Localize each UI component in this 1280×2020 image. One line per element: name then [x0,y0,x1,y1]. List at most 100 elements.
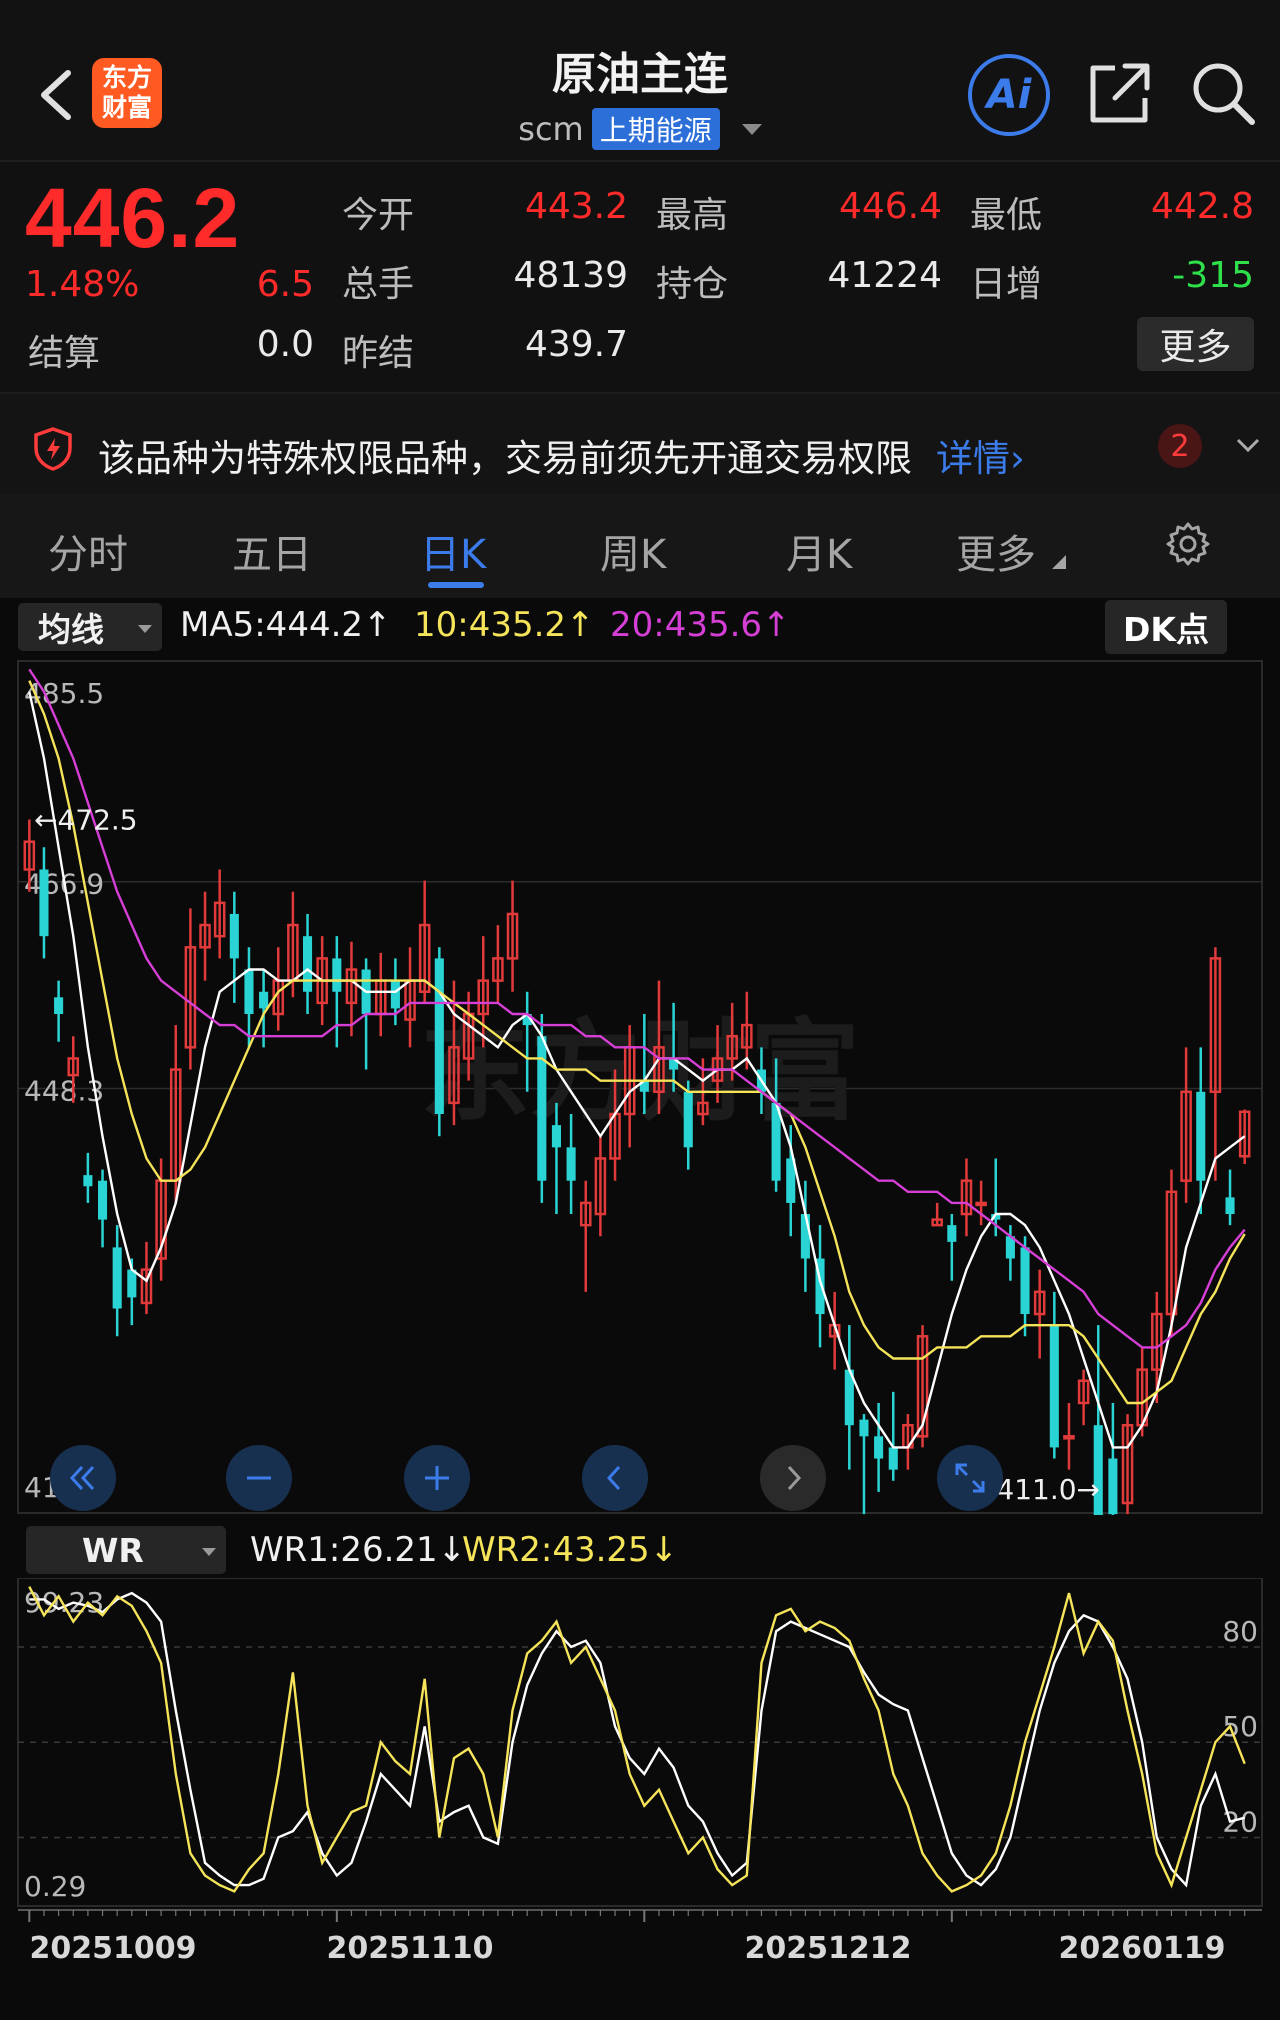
candle [947,1214,957,1281]
exchange-badge: 上期能源 [591,108,720,150]
prev-settle-value: 439.7 [524,324,628,365]
notice-text: 该品种为特殊权限品种，交易前须先开通交易权限 [98,437,912,480]
candle [184,908,197,1070]
candle [97,1169,108,1248]
tab-five-day[interactable]: 五日 [232,522,312,580]
shield-warning-icon [34,427,72,471]
ai-assistant-button[interactable]: Ai [968,54,1050,136]
tab-daily-k[interactable]: 日K [420,522,486,580]
instrument-code: scm [518,110,584,148]
chevron-down-icon[interactable] [741,123,762,135]
min-price-annotation: 411.0→ [996,1473,1100,1506]
open-value: 443.2 [524,186,628,227]
notice-details-link[interactable]: 详情› [936,428,1025,482]
chevron-left-icon [606,1465,621,1491]
dk-point-button[interactable]: DK点 [1105,600,1227,654]
wr-y-tick-label: 80 [1222,1615,1258,1648]
max-price-annotation: ←472.5 [34,803,138,836]
ma10-readout: 10:435.2↑ [414,605,595,645]
candle [169,1025,182,1203]
sub-indicator-select[interactable]: WR [26,1526,226,1574]
candlestick-chart[interactable]: 485.5466.9448.3411.0东方财富←472.5411.0→ [0,655,1280,1515]
candle [492,925,504,1003]
app-logo: 东方 财富 [92,58,162,128]
high-label: 最高 [656,195,729,236]
chevron-right-icon [787,1465,802,1491]
x-tick-label: 20251110 [327,1931,494,1966]
page-title: 原油主连 [552,49,728,100]
candle [960,1158,973,1237]
candle [844,1325,854,1470]
candle [229,891,239,1003]
candle [931,1202,943,1227]
active-tab-indicator [428,582,484,588]
candle [374,952,387,1037]
chevron-down-icon[interactable] [1233,430,1263,460]
expand-arrows-icon [955,1463,985,1493]
wr-y-tick-label: 0.29 [24,1870,86,1903]
candle [404,947,416,1048]
scroll-left-button[interactable] [582,1445,648,1511]
chevron-down-icon [138,625,152,633]
candle [213,869,226,959]
tab-weekly-k[interactable]: 周K [600,522,666,580]
candle [786,1125,796,1237]
tab-monthly-k[interactable]: 月K [786,522,852,580]
candle [199,891,211,981]
wr-y-tick-label: 50 [1222,1710,1258,1743]
volume-value: 48139 [513,255,628,296]
tab-intraday[interactable]: 分时 [48,522,128,580]
open-interest-label: 持仓 [656,264,729,305]
corner-triangle-icon [1052,555,1066,569]
scroll-left-fast-button[interactable] [50,1445,116,1511]
x-tick-label: 20251009 [30,1931,197,1966]
wr-indicator-chart[interactable]: 99.238050200.2920251009 20251110 20251212 2… [0,1578,1280,1968]
search-icon[interactable] [1188,58,1258,128]
share-icon[interactable] [1085,58,1155,128]
tab-more[interactable]: 更多 [956,522,1036,580]
open-interest-value: 41224 [827,255,942,296]
candle [1209,947,1222,1181]
candle [1063,1402,1075,1470]
ma20-readout: 20:435.6↑ [610,605,791,645]
candle [332,936,342,1048]
wr2-readout: WR2:43.25↓ [462,1530,679,1570]
scroll-right-button[interactable] [760,1445,826,1511]
wr-line-wr1 [29,1591,1246,1888]
fullscreen-button[interactable] [937,1445,1003,1511]
candle [975,1180,987,1226]
main-indicator-label: 均线 [38,610,104,649]
candle [112,1225,122,1337]
high-value: 446.4 [838,186,942,227]
low-value: 442.8 [1150,186,1254,227]
change-percent: 1.48% [25,264,140,305]
last-price: 446.2 [25,171,241,265]
volume-label: 总手 [342,264,415,305]
prev-settle-label: 昨结 [342,333,415,374]
double-chevron-left-icon [69,1465,95,1491]
candle [815,1225,825,1348]
candle [1225,1169,1235,1226]
candle [1108,1402,1118,1515]
candle [1121,1414,1134,1515]
daily-increase-value: -315 [1172,255,1254,296]
x-tick-label: 20251212 [745,1931,912,1966]
candle [1033,1269,1046,1359]
sub-indicator-label: WR [82,1530,144,1570]
zoom-out-button[interactable] [226,1445,292,1511]
gear-icon[interactable] [1164,520,1212,568]
candle [1077,1369,1090,1426]
candle [39,847,49,959]
candle [874,1402,884,1492]
back-arrow-icon[interactable] [30,55,90,135]
wr-y-tick-label: 99.23 [24,1586,104,1619]
main-indicator-select[interactable]: 均线 [18,603,162,651]
candle [506,880,519,992]
settle-value: 0.0 [256,324,314,365]
zoom-in-button[interactable] [404,1445,470,1511]
plus-icon [425,1466,449,1490]
more-quote-button[interactable]: 更多 [1137,317,1254,371]
candle [888,1391,898,1481]
instrument-subtitle[interactable]: scm 上期能源 [400,108,880,150]
wr1-readout: WR1:26.21↓ [250,1530,467,1570]
